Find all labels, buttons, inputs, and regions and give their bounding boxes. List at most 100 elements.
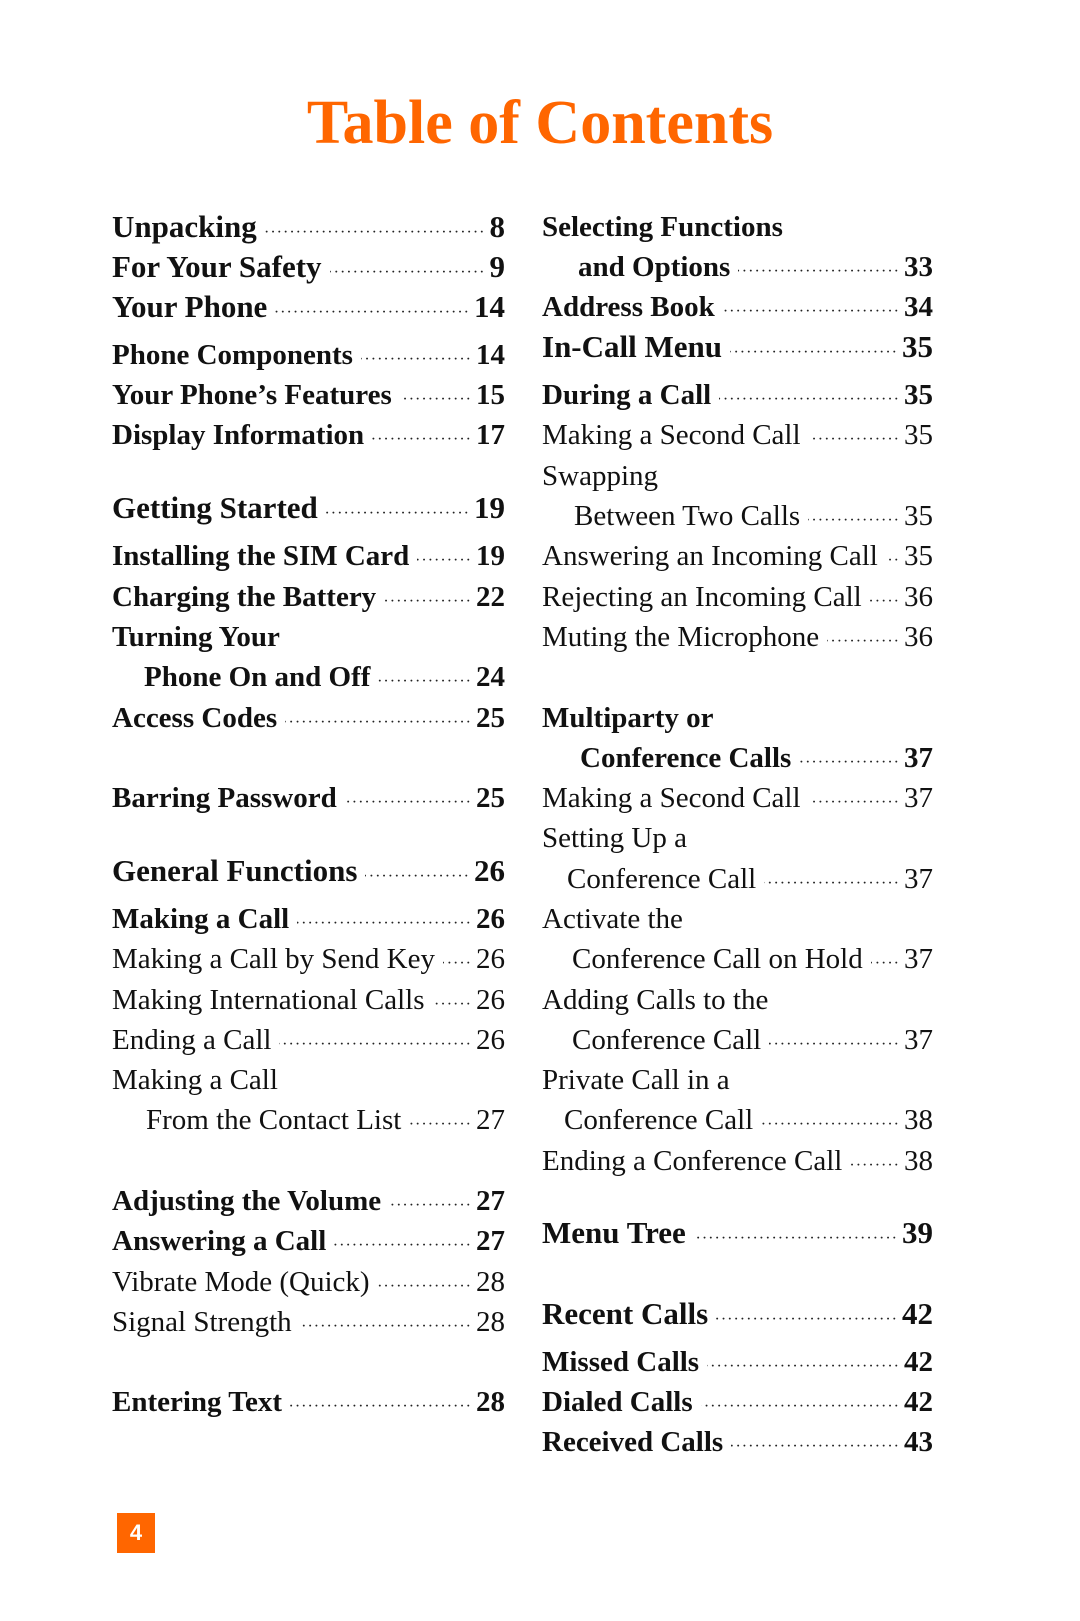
- toc-entry[interactable]: Answering a Call 27: [112, 1223, 505, 1259]
- toc-entry[interactable]: Swapping: [542, 458, 933, 494]
- toc-entry[interactable]: Barring Password 25: [112, 780, 505, 816]
- toc-entry[interactable]: Unpacking 8: [112, 209, 505, 245]
- toc-entry-page-number: 37: [904, 863, 933, 895]
- toc-entry[interactable]: Display Information 17: [112, 417, 505, 453]
- toc-entry[interactable]: Conference Call 37: [542, 1022, 933, 1058]
- dot-leader: [809, 422, 900, 458]
- toc-entry[interactable]: Dialed Calls 42: [542, 1384, 933, 1420]
- toc-entry-title: General Functions: [112, 853, 358, 888]
- toc-entry-page-number: 28: [476, 1266, 505, 1298]
- dot-leader: [827, 624, 900, 660]
- toc-entry[interactable]: Adding Calls to the: [542, 982, 933, 1018]
- toc-entry[interactable]: Rejecting an Incoming Call 36: [542, 579, 933, 615]
- dot-leader: [808, 503, 900, 539]
- toc-entry[interactable]: Your Phone 14: [112, 289, 505, 325]
- toc-entry-page-number: 42: [902, 1296, 933, 1331]
- toc-entry[interactable]: Menu Tree 39: [542, 1215, 933, 1251]
- dot-leader: [300, 1309, 472, 1345]
- toc-entry[interactable]: Recent Calls 42: [542, 1296, 933, 1332]
- toc-entry[interactable]: Making a Second Call 37: [542, 780, 933, 816]
- toc-entry-title: Menu Tree: [542, 1215, 686, 1250]
- dot-leader: [730, 335, 898, 371]
- dot-leader: [378, 664, 472, 700]
- dot-leader: [365, 859, 470, 895]
- toc-entry[interactable]: Setting Up a: [542, 820, 933, 856]
- toc-entry-title: Vibrate Mode (Quick): [112, 1266, 370, 1298]
- toc-entry[interactable]: Access Codes 25: [112, 700, 505, 736]
- toc-entry[interactable]: From the Contact List 27: [112, 1102, 505, 1138]
- toc-entry[interactable]: For Your Safety 9: [112, 249, 505, 285]
- toc-entry[interactable]: Conference Calls 37: [542, 740, 933, 776]
- toc-entry-title: Making a Call: [112, 1064, 278, 1096]
- toc-entry[interactable]: Muting the Microphone 36: [542, 619, 933, 655]
- toc-entry[interactable]: Making a Second Call 35: [542, 417, 933, 453]
- toc-entry[interactable]: Installing the SIM Card 19: [112, 538, 505, 574]
- dot-leader: [769, 1027, 900, 1063]
- toc-entry-title: Your Phone’s Features: [112, 379, 392, 411]
- toc-entry-title: and Options: [578, 251, 731, 283]
- toc-entry[interactable]: Vibrate Mode (Quick) 28: [112, 1264, 505, 1300]
- toc-entry[interactable]: Selecting Functions: [542, 209, 933, 245]
- toc-entry[interactable]: Conference Call 38: [542, 1102, 933, 1138]
- toc-entry[interactable]: Phone Components 14: [112, 337, 505, 373]
- toc-entry[interactable]: Multiparty or: [542, 700, 933, 736]
- toc-entry-page-number: 38: [904, 1104, 933, 1136]
- toc-entry-title: Dialed Calls: [542, 1386, 693, 1418]
- toc-entry-title: Your Phone: [112, 289, 268, 324]
- toc-entry[interactable]: Ending a Call 26: [112, 1022, 505, 1058]
- toc-entry[interactable]: Conference Call on Hold 37: [542, 941, 933, 977]
- toc-entry[interactable]: Making a Call 26: [112, 901, 505, 937]
- toc-entry-title: In-Call Menu: [542, 329, 722, 364]
- toc-entry[interactable]: Making International Calls 26: [112, 982, 505, 1018]
- toc-entry-page-number: 26: [476, 984, 505, 1016]
- toc-entry-title: Setting Up a: [542, 822, 687, 854]
- toc-entry[interactable]: Making a Call: [112, 1062, 505, 1098]
- toc-entry[interactable]: During a Call 35: [542, 377, 933, 413]
- dot-leader: [731, 1429, 900, 1465]
- toc-entry-title: Signal Strength: [112, 1306, 292, 1338]
- toc-entry[interactable]: Phone On and Off 24: [112, 659, 505, 695]
- toc-entry[interactable]: In-Call Menu 35: [542, 329, 933, 365]
- dot-leader: [334, 1228, 472, 1264]
- toc-entry[interactable]: Your Phone’s Features 15: [112, 377, 505, 413]
- toc-entry[interactable]: Getting Started 19: [112, 490, 505, 526]
- dot-leader: [285, 705, 472, 741]
- toc-entry-page-number: 25: [476, 702, 505, 734]
- toc-entry[interactable]: Private Call in a: [542, 1062, 933, 1098]
- toc-entry[interactable]: Answering an Incoming Call 35: [542, 538, 933, 574]
- toc-entry[interactable]: Turning Your: [112, 619, 505, 655]
- dot-leader: [417, 543, 472, 579]
- toc-entry[interactable]: Address Book 34: [542, 289, 933, 325]
- toc-entry[interactable]: Conference Call 37: [542, 861, 933, 897]
- dot-leader: [871, 946, 900, 982]
- dot-leader: [886, 543, 900, 579]
- toc-entry[interactable]: Making a Call by Send Key 26: [112, 941, 505, 977]
- toc-entry-page-number: 36: [904, 581, 933, 613]
- toc-entry[interactable]: Ending a Conference Call 38: [542, 1143, 933, 1179]
- toc-entry[interactable]: Activate the: [542, 901, 933, 937]
- toc-entry[interactable]: Adjusting the Volume 27: [112, 1183, 505, 1219]
- toc-entry-title: Phone Components: [112, 339, 353, 371]
- toc-entry-page-number: 37: [904, 782, 933, 814]
- toc-entry-title: Recent Calls: [542, 1296, 709, 1331]
- dot-leader: [716, 1302, 898, 1338]
- toc-entry[interactable]: and Options 33: [542, 249, 933, 285]
- dot-leader: [443, 946, 472, 982]
- toc-entry[interactable]: General Functions 26: [112, 853, 505, 889]
- toc-entry-title: Selecting Functions: [542, 211, 783, 243]
- toc-entry[interactable]: Charging the Battery 22: [112, 579, 505, 615]
- dot-leader: [275, 295, 470, 331]
- toc-entry[interactable]: Received Calls 43: [542, 1424, 933, 1460]
- toc-entry-title: During a Call: [542, 379, 712, 411]
- toc-entry-title: Answering an Incoming Call: [542, 540, 878, 572]
- toc-entry[interactable]: Signal Strength 28: [112, 1304, 505, 1340]
- toc-entry-title: Making a Second Call: [542, 782, 801, 814]
- toc-entry-title: Between Two Calls: [574, 500, 801, 532]
- toc-entry[interactable]: Entering Text 28: [112, 1384, 505, 1420]
- toc-entry[interactable]: Between Two Calls 35: [542, 498, 933, 534]
- toc-entry[interactable]: Missed Calls 42: [542, 1344, 933, 1380]
- toc-entry-title: Conference Calls: [580, 742, 792, 774]
- toc-entry-title: Unpacking: [112, 209, 257, 244]
- toc-entry-title: Received Calls: [542, 1426, 724, 1458]
- toc-entry-title: Multiparty or: [542, 702, 714, 734]
